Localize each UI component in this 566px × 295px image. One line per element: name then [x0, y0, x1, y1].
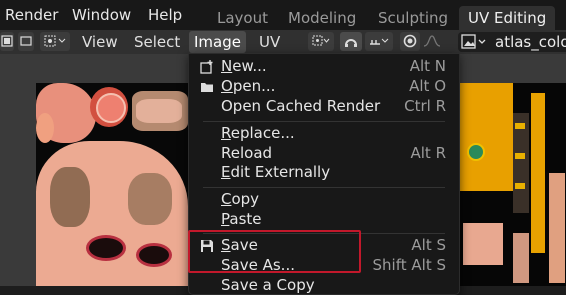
- save-items-highlight: [188, 230, 361, 273]
- folder-icon: [200, 79, 214, 93]
- tab-layout[interactable]: Layout: [208, 6, 277, 30]
- menu-item-save-a-copy-label: Save a Copy: [221, 276, 315, 294]
- menu-item-copy-mnemonic: C: [221, 190, 232, 208]
- menu-item-open-cached-render-label: Open Cached Render: [221, 97, 381, 115]
- image-menu[interactable]: Image: [189, 31, 246, 53]
- menu-item-new[interactable]: New... Alt N: [189, 56, 459, 76]
- falloff-icon[interactable]: [421, 32, 443, 51]
- menu-item-save-shortcut: Alt S: [411, 236, 446, 254]
- menu-item-edit-externally-label: dit Externally: [230, 163, 331, 181]
- menu-separator: [203, 187, 445, 188]
- menu-item-reload[interactable]: Reload Alt R: [189, 143, 459, 163]
- top-menubar: Render Window Help Layout Modeling Sculp…: [0, 0, 566, 30]
- window-menu[interactable]: Window: [72, 6, 131, 24]
- image-browse-icon[interactable]: [461, 34, 491, 52]
- menu-item-open-cached-render[interactable]: Open Cached Render Ctrl R: [189, 96, 459, 116]
- tab-uv-editing[interactable]: UV Editing: [459, 6, 556, 30]
- texture-image-right: [457, 83, 566, 286]
- snap-icon[interactable]: [340, 32, 362, 51]
- view-menu[interactable]: View: [77, 31, 123, 53]
- menu-item-open-mnemonic: O: [221, 77, 233, 95]
- menu-item-open-label: pen...: [232, 77, 276, 95]
- uv-sync-selection-icon[interactable]: [40, 32, 70, 51]
- menu-separator: [203, 121, 445, 122]
- menu-item-open[interactable]: Open... Alt O: [189, 76, 459, 96]
- help-menu[interactable]: Help: [148, 6, 182, 24]
- image-editor-header: View Select Image UV atlas_colo: [0, 30, 566, 54]
- render-menu[interactable]: Render: [5, 6, 58, 24]
- image-selector-field[interactable]: atlas_colo: [458, 32, 566, 52]
- tab-sculpting[interactable]: Sculpting: [369, 6, 457, 30]
- menu-item-save-as-shortcut: Shift Alt S: [372, 256, 446, 274]
- menu-item-reload-shortcut: Alt R: [410, 144, 446, 162]
- menu-item-replace[interactable]: Replace...: [189, 123, 459, 143]
- uv-menu[interactable]: UV: [254, 31, 285, 53]
- tab-modeling[interactable]: Modeling: [279, 6, 365, 30]
- menu-item-edit-externally[interactable]: Edit Externally: [189, 162, 459, 182]
- menu-item-paste[interactable]: Paste: [189, 209, 459, 229]
- pivot-point-icon[interactable]: [308, 32, 334, 51]
- menu-item-reload-label: Reload: [221, 144, 273, 162]
- select-menu[interactable]: Select: [129, 31, 185, 53]
- snap-target-icon[interactable]: [365, 32, 393, 51]
- image-name: atlas_colo: [495, 33, 566, 51]
- menu-item-open-shortcut: Alt O: [409, 77, 446, 95]
- proportional-editing-icon[interactable]: [400, 32, 420, 51]
- menu-item-new-shortcut: Alt N: [409, 57, 446, 75]
- menu-item-copy-label: opy: [231, 190, 260, 208]
- menu-item-paste-label: aste: [229, 210, 262, 228]
- menu-item-new-label: ew...: [232, 57, 267, 75]
- menu-item-open-cached-render-shortcut: Ctrl R: [404, 97, 446, 115]
- menu-item-copy[interactable]: Copy: [189, 189, 459, 209]
- texture-image-left: [36, 83, 188, 286]
- new-image-icon: [200, 59, 214, 74]
- editor-type-icon[interactable]: [0, 32, 14, 51]
- menu-item-replace-mnemonic: R: [221, 124, 231, 142]
- display-mode-icon[interactable]: [18, 32, 34, 51]
- menu-item-new-mnemonic: N: [221, 57, 233, 75]
- menu-item-replace-label: eplace...: [230, 124, 295, 142]
- menu-item-save-a-copy[interactable]: Save a Copy: [189, 275, 459, 295]
